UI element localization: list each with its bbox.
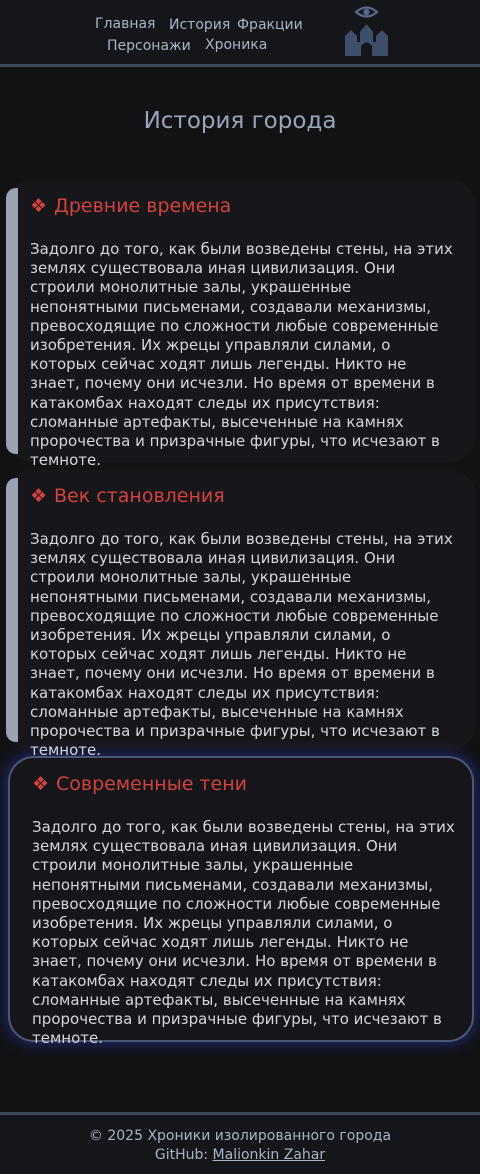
nav-link-factions[interactable]: Фракции [237,17,303,33]
card-title-text: Древние времена [54,195,232,217]
card-title-text: Современные тени [56,773,247,795]
footer-copyright: © 2025 Хроники изолированного города [88,1128,392,1144]
card-text: Задолго до того, как были возведены стен… [32,818,455,1048]
site-header: Главная История Фракции Персонажи Хроник… [0,0,480,67]
nav-link-characters[interactable]: Персонажи [107,38,191,54]
card-title: ❖ Век становления [30,484,225,508]
diamond-ornament-icon: ❖ [32,773,50,795]
history-card-formation: ❖ Век становления Задолго до того, как бы… [6,470,476,759]
history-card-ancient: ❖ Древние времена Задолго до того, как бы… [6,180,476,469]
castle-eye-icon[interactable] [343,2,390,56]
card-title: ❖ Современные тени [32,772,247,796]
nav-link-chronicle[interactable]: Хроника [205,37,267,53]
history-card-modern-shadows[interactable]: ❖ Современные тени Задолго до того, как б… [8,756,474,1047]
card-title-text: Век становления [54,485,225,507]
card-title: ❖ Древние времена [30,194,231,218]
site-footer: © 2025 Хроники изолированного города Git… [0,1112,480,1174]
nav-link-history[interactable]: История [169,17,230,33]
nav-link-home[interactable]: Главная [95,16,155,32]
footer-github: GitHub: Malionkin Zahar [0,1146,480,1165]
diamond-ornament-icon: ❖ [30,485,48,507]
card-text: Задолго до того, как были возведены стен… [30,240,453,470]
github-profile-link[interactable]: Malionkin Zahar [213,1147,326,1163]
diamond-ornament-icon: ❖ [30,195,48,217]
footer-github-label: GitHub: [154,1147,209,1163]
card-text: Задолго до того, как были возведены стен… [30,530,453,760]
page-title: История города [143,108,337,134]
